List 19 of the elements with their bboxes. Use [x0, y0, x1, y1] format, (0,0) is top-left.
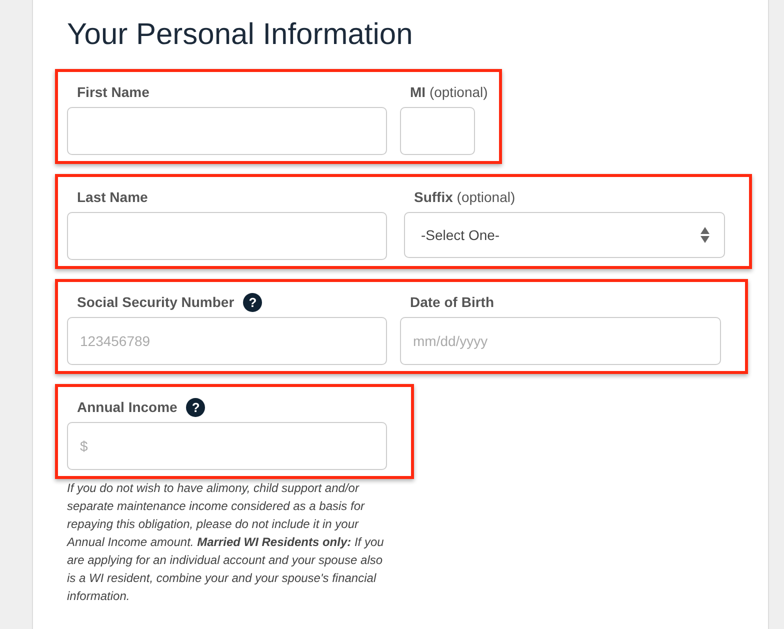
suffix-select[interactable]: -Select One-: [404, 212, 725, 258]
field-label: MI (optional): [410, 84, 488, 100]
input-field[interactable]: mm/dd/yyyy: [400, 317, 721, 365]
input-field[interactable]: $: [67, 422, 387, 470]
input-field[interactable]: 123456789: [67, 317, 387, 365]
field-label: Date of Birth: [410, 294, 494, 310]
help-icon[interactable]: ?: [186, 398, 206, 416]
field-label: Last Name: [77, 189, 148, 205]
help-icon[interactable]: ?: [243, 292, 262, 312]
field-label: Suffix (optional): [414, 189, 516, 205]
input-field[interactable]: [400, 107, 475, 155]
input-field[interactable]: [67, 212, 387, 260]
field-label: First Name: [77, 84, 150, 100]
section-title: Your Personal Information: [67, 17, 414, 53]
help-text: If you do not wish to have alimony, child support and/or separate maintenance income considered as a basis for repaying this obligation, please do not include it in your Annual Income amount. Married WI Residents only: If you are applying for an individual account and your spouse also is a WI resident, combine your and your spouse's financial information.: [67, 480, 385, 605]
field-label: Annual Income: [77, 399, 178, 415]
input-field[interactable]: [67, 107, 387, 155]
up-down-arrows-icon: [700, 225, 710, 245]
field-label: Social Security Number: [77, 294, 234, 310]
